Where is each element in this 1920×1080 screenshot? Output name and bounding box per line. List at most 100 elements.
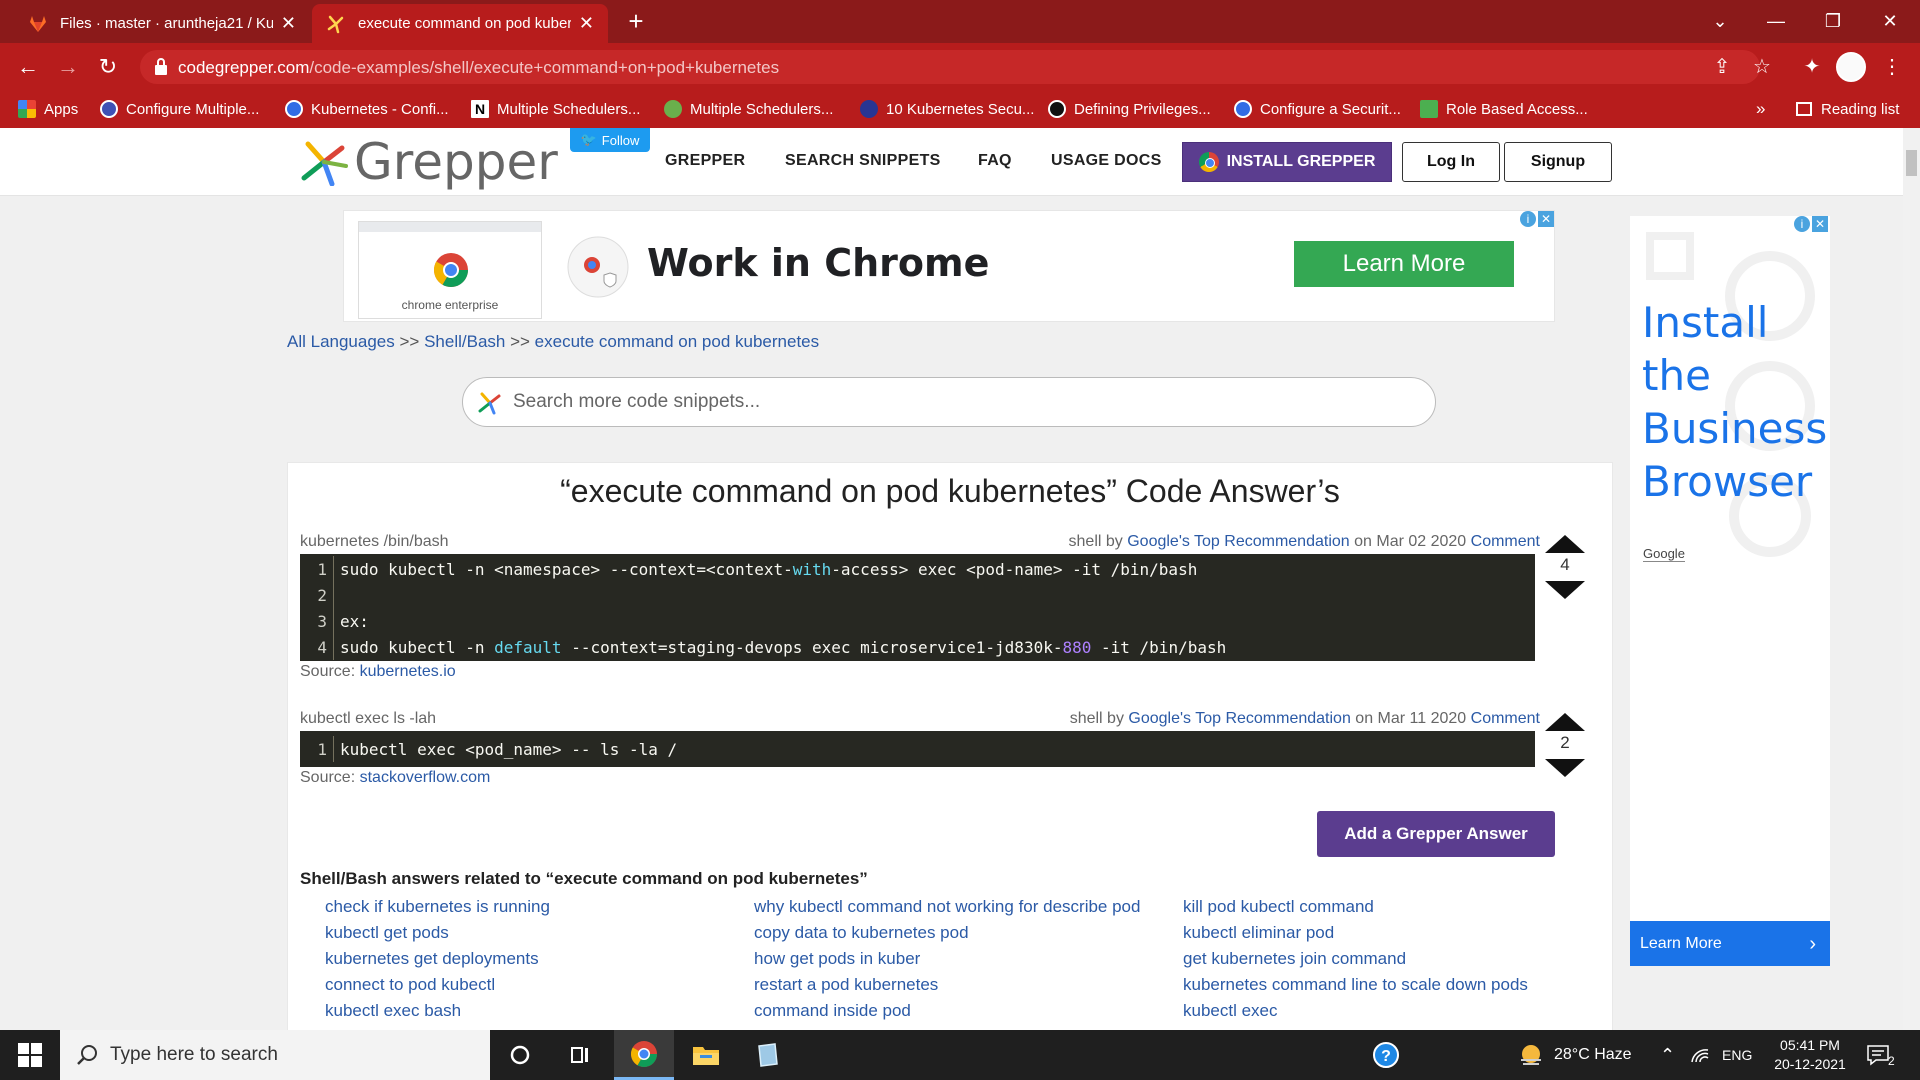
address-bar[interactable]: codegrepper.com/code-examples/shell/exec…: [140, 50, 1760, 84]
kubernetes-icon: [100, 100, 118, 118]
breadcrumb-all-languages[interactable]: All Languages: [287, 332, 395, 351]
related-link[interactable]: kubectl exec bash: [325, 1001, 550, 1027]
close-window-button[interactable]: ✕: [1870, 6, 1910, 36]
related-link[interactable]: kubernetes command line to scale down po…: [1183, 975, 1528, 1001]
cortana-button[interactable]: [490, 1030, 550, 1080]
bookmark-item[interactable]: Role Based Access...: [1420, 90, 1588, 128]
nav-faq[interactable]: FAQ: [978, 152, 1012, 170]
upvote-arrow-icon[interactable]: [1545, 535, 1585, 553]
new-tab-button[interactable]: +: [622, 8, 650, 36]
notifications-button[interactable]: 2: [1866, 1030, 1895, 1080]
forward-arrow-icon[interactable]: →: [52, 51, 84, 83]
related-link[interactable]: kubectl eliminar pod: [1183, 923, 1528, 949]
snippet-search-box[interactable]: [462, 377, 1436, 427]
bookmark-apps[interactable]: Apps: [18, 90, 78, 128]
taskbar-app[interactable]: [738, 1030, 798, 1080]
related-link[interactable]: connect to pod kubectl: [325, 975, 550, 1001]
downvote-arrow-icon[interactable]: [1545, 581, 1585, 599]
bookmark-star-icon[interactable]: ☆: [1750, 55, 1774, 79]
nav-grepper[interactable]: GREPPER: [665, 152, 745, 170]
bookmark-item[interactable]: Configure Multiple...: [100, 90, 259, 128]
related-link[interactable]: check if kubernetes is running: [325, 897, 550, 923]
related-column: check if kubernetes is running kubectl g…: [325, 897, 550, 1027]
tab-grepper[interactable]: execute command on pod kubern ✕: [312, 4, 608, 43]
minimize-button[interactable]: —: [1756, 6, 1796, 36]
profile-avatar[interactable]: [1836, 52, 1866, 82]
add-grepper-answer-button[interactable]: Add a Grepper Answer: [1317, 811, 1555, 857]
nav-search-snippets[interactable]: SEARCH SNIPPETS: [785, 152, 941, 170]
taskbar-file-explorer[interactable]: [676, 1030, 736, 1080]
install-grepper-button[interactable]: INSTALL GREPPER: [1182, 142, 1392, 182]
close-ad-icon[interactable]: ✕: [1538, 211, 1554, 227]
upvote-arrow-icon[interactable]: [1545, 713, 1585, 731]
related-link[interactable]: why kubectl command not working for desc…: [754, 897, 1140, 923]
answer-author-link[interactable]: Google's Top Recommendation: [1127, 533, 1349, 550]
related-link[interactable]: copy data to kubernetes pod: [754, 923, 1140, 949]
reading-list-button[interactable]: Reading list: [1796, 90, 1899, 128]
breadcrumb-shell-bash[interactable]: Shell/Bash: [424, 332, 505, 351]
related-link[interactable]: kill pod kubectl command: [1183, 897, 1528, 923]
bookmark-item[interactable]: Configure a Securit...: [1234, 90, 1401, 128]
downvote-arrow-icon[interactable]: [1545, 759, 1585, 777]
comment-link[interactable]: Comment: [1471, 710, 1540, 727]
adchoices-icon[interactable]: i: [1794, 216, 1810, 232]
reload-icon[interactable]: ↻: [92, 51, 124, 83]
close-ad-icon[interactable]: ✕: [1812, 216, 1828, 232]
bookmark-item[interactable]: Kubernetes - Confi...: [285, 90, 449, 128]
bookmark-item[interactable]: Multiple Schedulers...: [664, 90, 833, 128]
source-link[interactable]: kubernetes.io: [360, 663, 456, 680]
restore-button[interactable]: ❐: [1813, 6, 1853, 36]
search-input[interactable]: [513, 389, 1393, 415]
comment-link[interactable]: Comment: [1471, 533, 1540, 550]
related-link[interactable]: kubernetes get deployments: [325, 949, 550, 975]
ad-banner[interactable]: chrome enterprise Work in Chrome Learn M…: [343, 210, 1555, 322]
related-link[interactable]: kubectl get pods: [325, 923, 550, 949]
adchoices-icon[interactable]: i: [1520, 211, 1536, 227]
windows-start-button[interactable]: [0, 1030, 60, 1080]
task-view-button[interactable]: [550, 1030, 610, 1080]
related-link[interactable]: kubectl exec: [1183, 1001, 1528, 1027]
input-language[interactable]: ENG: [1722, 1030, 1752, 1080]
twitter-follow-button[interactable]: 🐦 Follow: [570, 128, 650, 152]
more-bookmarks-chevron-icon[interactable]: »: [1756, 90, 1765, 128]
side-ad-learn-more-button[interactable]: Learn More ›: [1630, 921, 1830, 966]
login-button[interactable]: Log In: [1402, 142, 1500, 182]
weather-widget[interactable]: 28°C Haze: [1518, 1030, 1632, 1080]
scrollbar-thumb[interactable]: [1906, 150, 1917, 176]
related-link[interactable]: how get pods in kuber: [754, 949, 1140, 975]
extensions-puzzle-icon[interactable]: ✦: [1800, 55, 1824, 79]
grepper-logo[interactable]: Grepper: [298, 133, 558, 191]
related-link[interactable]: command inside pod: [754, 1001, 1140, 1027]
weather-haze-icon: [1521, 1045, 1541, 1065]
bookmark-item[interactable]: 10 Kubernetes Secu...: [860, 90, 1034, 128]
close-tab-icon[interactable]: ✕: [281, 13, 296, 34]
tab-gitlab-files[interactable]: Files · master · aruntheja21 / Kub ✕: [14, 4, 310, 43]
close-tab-icon[interactable]: ✕: [579, 13, 594, 34]
tab-search-icon[interactable]: ⌄: [1700, 6, 1740, 36]
breadcrumb-current[interactable]: execute command on pod kubernetes: [535, 332, 819, 351]
share-icon[interactable]: ⇪: [1710, 55, 1734, 79]
network-icon[interactable]: [1690, 1030, 1710, 1080]
side-ad[interactable]: i ✕ Install the Business Browser Google …: [1630, 216, 1830, 966]
bookmark-item[interactable]: Defining Privileges...: [1048, 90, 1211, 128]
taskbar-chrome[interactable]: [614, 1030, 674, 1080]
nav-usage-docs[interactable]: USAGE DOCS: [1051, 152, 1162, 170]
source-link[interactable]: stackoverflow.com: [360, 769, 491, 786]
svg-text:?: ?: [1381, 1048, 1391, 1065]
menu-kebab-icon[interactable]: ⋮: [1880, 55, 1904, 79]
help-button[interactable]: ?: [1356, 1030, 1416, 1080]
ad-learn-more-button[interactable]: Learn More: [1294, 241, 1514, 287]
site-icon: [664, 100, 682, 118]
signup-button[interactable]: Signup: [1504, 142, 1612, 182]
bookmark-item[interactable]: N Multiple Schedulers...: [471, 90, 640, 128]
related-link[interactable]: restart a pod kubernetes: [754, 975, 1140, 1001]
notion-icon: N: [471, 100, 489, 118]
clock[interactable]: 05:41 PM 20-12-2021: [1770, 1030, 1850, 1080]
ad-image: chrome enterprise: [358, 221, 542, 319]
page-scrollbar[interactable]: [1903, 128, 1920, 1030]
show-hidden-icons-chevron-icon[interactable]: ⌃: [1660, 1030, 1675, 1080]
related-link[interactable]: get kubernetes join command: [1183, 949, 1528, 975]
taskbar-search-box[interactable]: Type here to search: [60, 1030, 490, 1080]
answer-author-link[interactable]: Google's Top Recommendation: [1128, 710, 1350, 727]
back-arrow-icon[interactable]: ←: [12, 51, 44, 83]
